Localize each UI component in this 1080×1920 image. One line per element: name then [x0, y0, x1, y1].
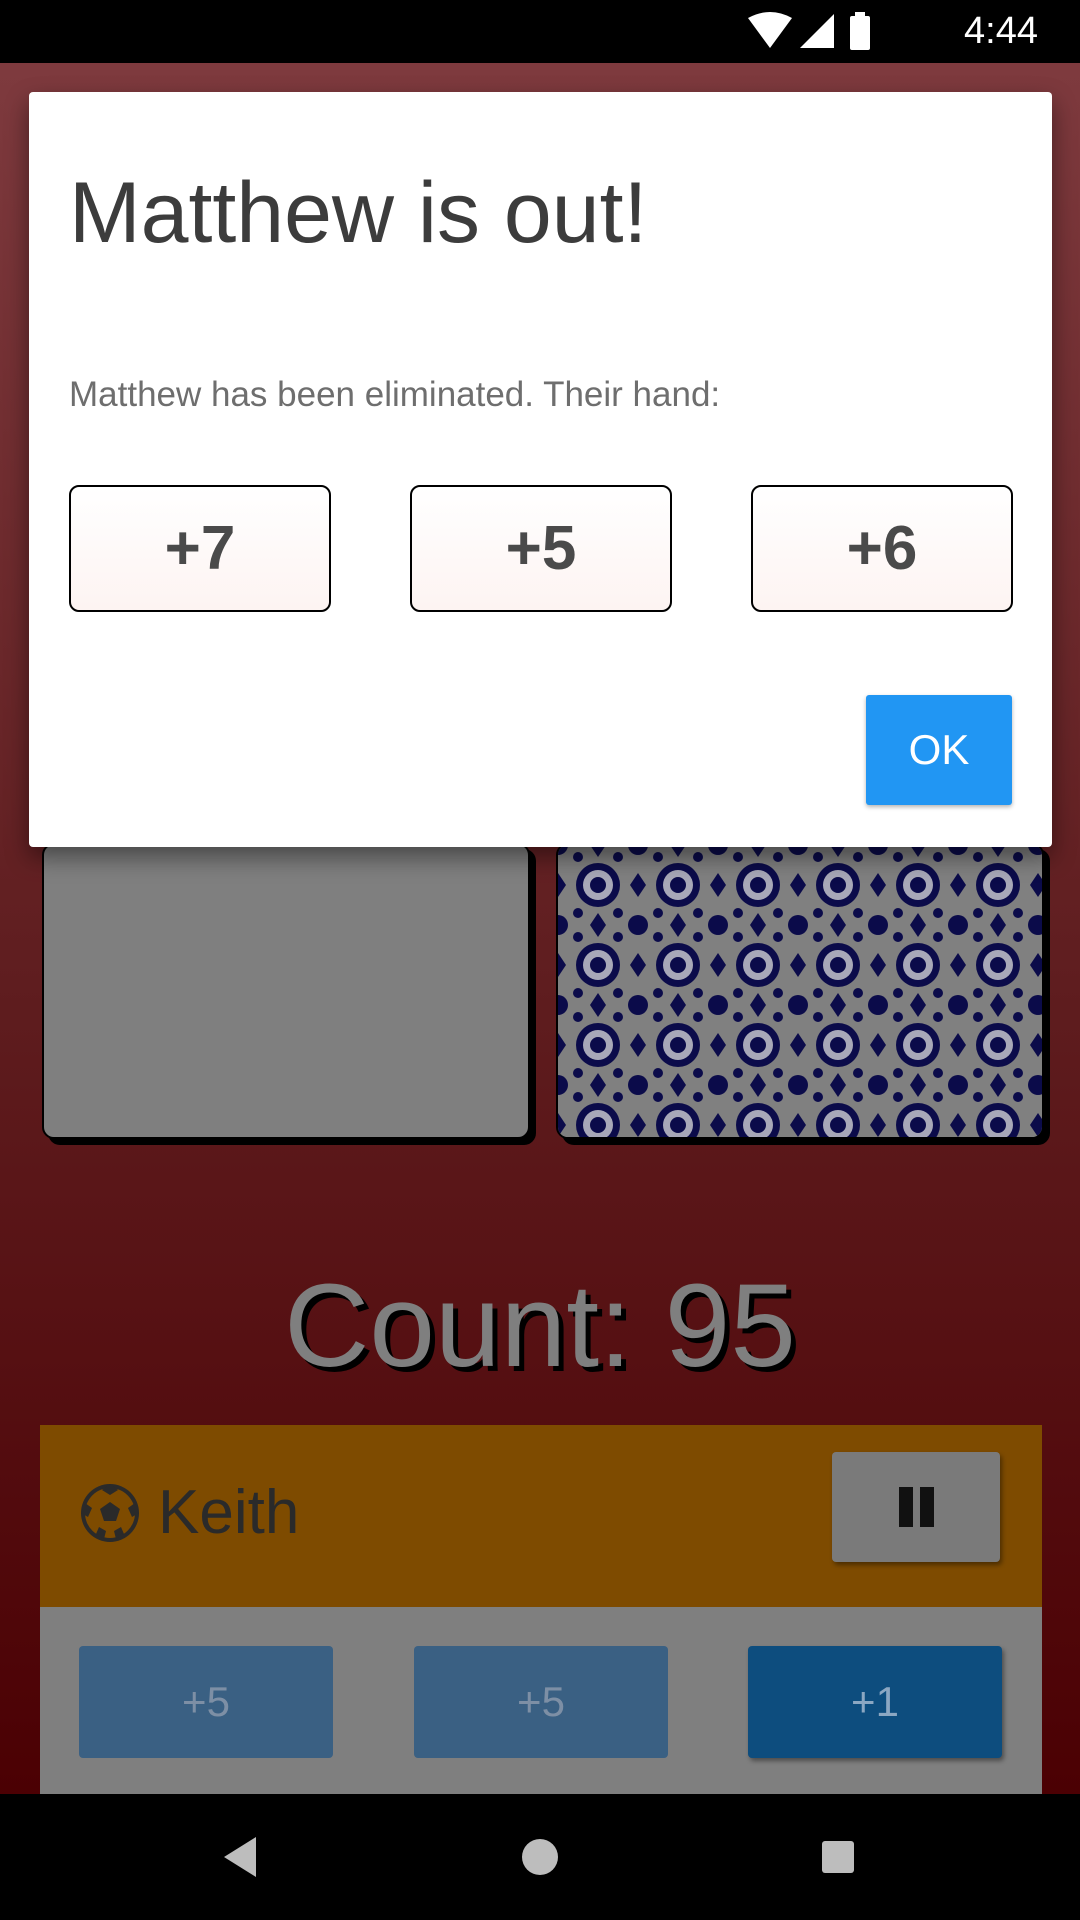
count-display: Count: 95 [284, 1260, 796, 1392]
navigation-bar [0, 1794, 1080, 1920]
ok-button[interactable]: OK [866, 695, 1012, 805]
player-name: Keith [158, 1478, 300, 1547]
current-player-bar: Keith [40, 1425, 1042, 1607]
hand-card[interactable]: +1 [748, 1646, 1002, 1758]
eliminated-card: +6 [751, 485, 1013, 612]
home-icon[interactable] [512, 1829, 568, 1885]
discard-pile [42, 843, 530, 1139]
recents-icon[interactable] [810, 1829, 866, 1885]
battery-icon [850, 16, 870, 50]
card-back-pattern [558, 845, 1042, 1137]
hand-card[interactable]: +5 [414, 1646, 668, 1758]
dialog-title: Matthew is out! [69, 165, 648, 261]
soccer-ball-icon [81, 1484, 139, 1542]
cell-signal-icon [800, 14, 834, 48]
back-icon[interactable] [212, 1829, 268, 1885]
status-icons [748, 12, 870, 50]
status-time: 4:44 [964, 10, 1038, 52]
eliminated-card: +5 [410, 485, 672, 612]
draw-pile[interactable] [556, 843, 1044, 1139]
hand-card[interactable]: +5 [79, 1646, 333, 1758]
eliminated-card: +7 [69, 485, 331, 612]
player-hand: +5 +5 +1 [40, 1607, 1042, 1797]
wifi-icon [748, 12, 792, 48]
pause-button[interactable] [832, 1452, 1000, 1562]
pause-icon [899, 1487, 913, 1527]
status-bar: 4:44 [0, 0, 1080, 63]
dialog-message: Matthew has been eliminated. Their hand: [69, 375, 721, 414]
elimination-dialog: Matthew is out! Matthew has been elimina… [29, 92, 1052, 847]
